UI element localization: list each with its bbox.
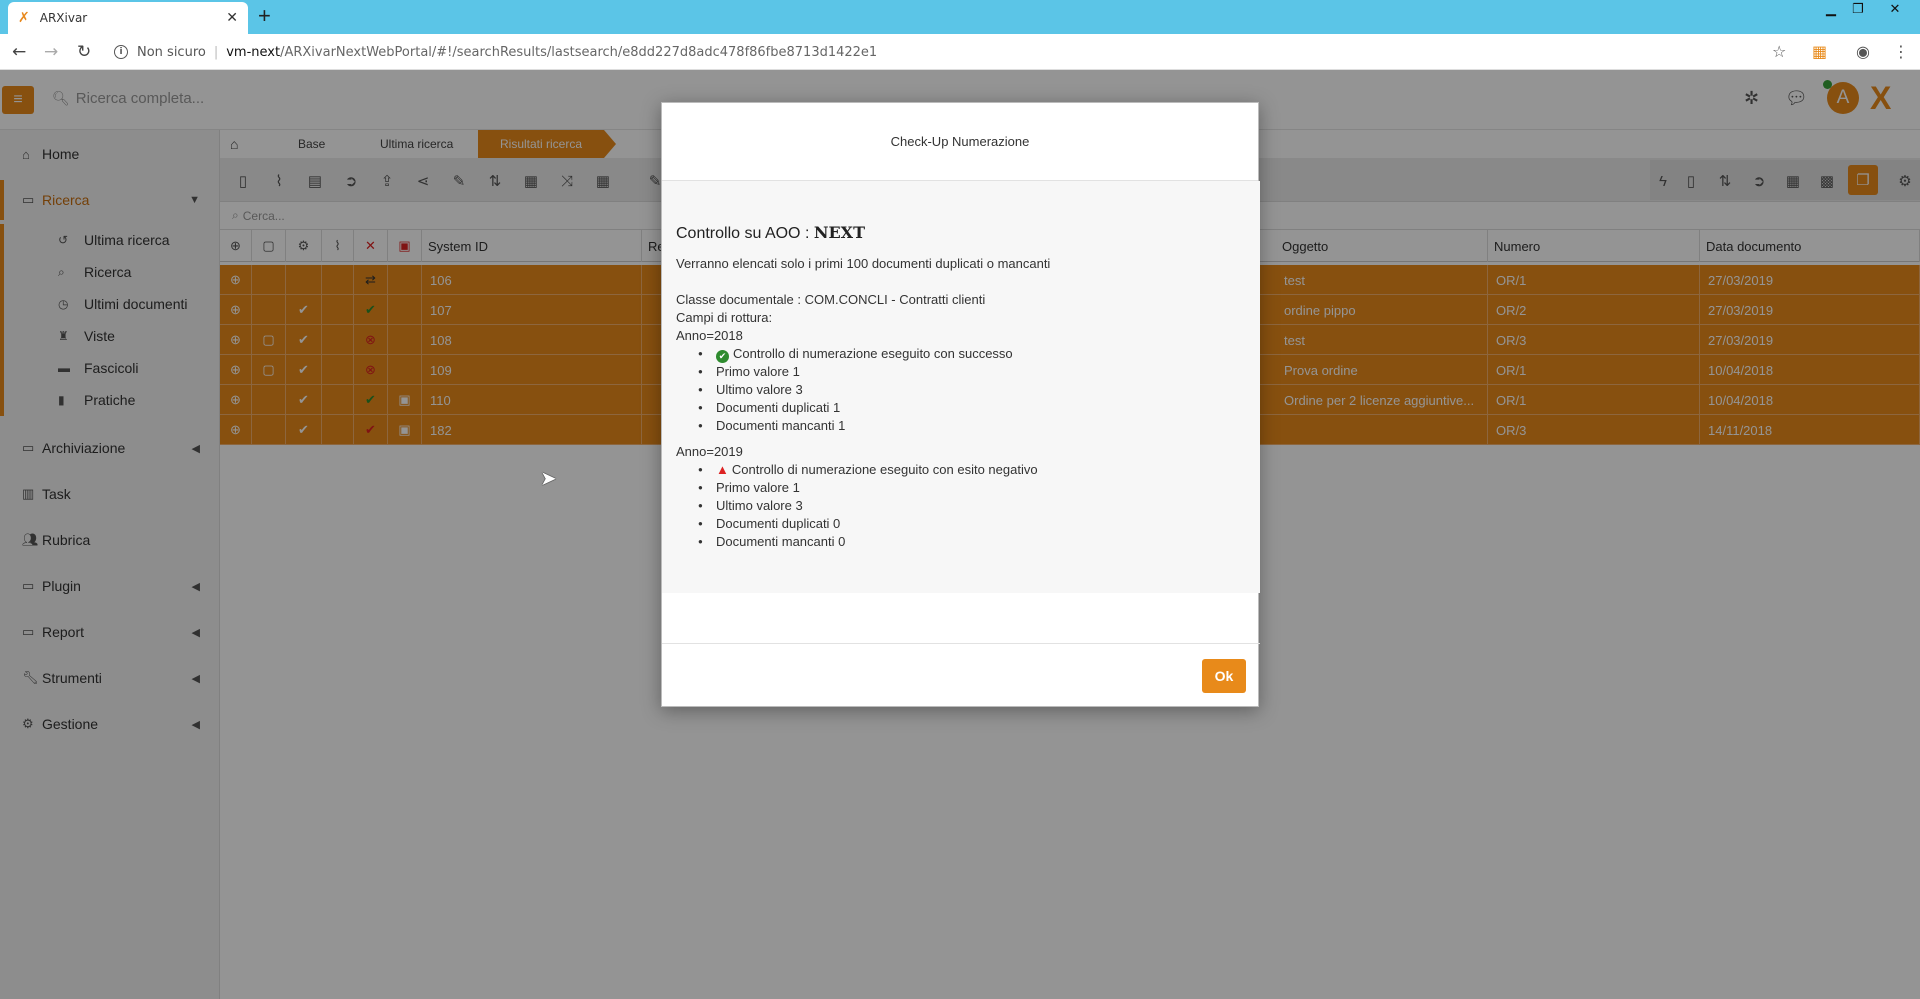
aoo-heading: Controllo su AOO : NEXT [676, 223, 1246, 243]
campi-di-rottura: Campi di rottura: [676, 310, 773, 325]
url-separator: | [213, 44, 219, 60]
dialog-subtitle: Verranno elencati solo i primi 100 docum… [676, 256, 1051, 271]
list-item: Documenti mancanti 0 [698, 533, 1246, 551]
not-secure-label: Non sicuro [137, 44, 206, 60]
checkup-numerazione-dialog: Check-Up Numerazione Controllo su AOO : … [661, 102, 1260, 708]
restore-icon[interactable]: ❐ [1845, 0, 1871, 18]
browser-menu-icon[interactable]: ⋮ [1893, 42, 1909, 61]
aoo-name: NEXT [813, 223, 865, 242]
tab-title: ARXivar [39, 11, 88, 25]
browser-tab[interactable]: ✗ ARXivar ✕ [8, 2, 248, 34]
url-field[interactable]: i Non sicuro | vm-next /ARXivarNextWebPo… [114, 40, 1789, 64]
bookmark-star-icon[interactable]: ☆ [1772, 42, 1786, 61]
list-item: Ultimo valore 3 [698, 381, 1246, 399]
warning-icon: ▲ [716, 462, 729, 477]
browser-tab-bar: ✗ ARXivar ✕ + ▁ ❐ ✕ [0, 0, 1920, 34]
profile-icon[interactable]: ◉ [1856, 42, 1870, 61]
anno-2018-list: ✔ Controllo di numerazione eseguito con s… [698, 345, 1246, 435]
list-item: Ultimo valore 3 [698, 497, 1246, 515]
aoo-heading-prefix: Controllo su AOO : [676, 225, 814, 242]
list-item: Primo valore 1 [698, 479, 1246, 497]
new-tab-button[interactable]: + [258, 5, 271, 27]
dialog-footer: Ok [662, 643, 1260, 708]
status-text: Controllo di numerazione eseguito con su… [733, 346, 1013, 361]
url-host: vm-next [226, 44, 281, 60]
list-item: Documenti mancanti 1 [698, 417, 1246, 435]
url-path: /ARXivarNextWebPortal/#!/searchResults/l… [280, 44, 878, 60]
extension-icon[interactable]: ▦ [1812, 42, 1827, 61]
list-item: ✔ Controllo di numerazione eseguito con s… [698, 345, 1246, 363]
dialog-body: Controllo su AOO : NEXT Verranno elencat… [662, 181, 1260, 593]
list-item: Primo valore 1 [698, 363, 1246, 381]
classe-documentale: Classe documentale : COM.CONCLI - Contra… [676, 292, 986, 307]
info-icon[interactable]: i [114, 45, 128, 59]
anno-2018-label: Anno=2018 [676, 328, 743, 343]
list-item: Documenti duplicati 0 [698, 515, 1246, 533]
forward-icon[interactable]: → [44, 42, 58, 62]
mouse-cursor-icon: ➤ [540, 468, 557, 490]
ok-button[interactable]: Ok [1202, 659, 1246, 693]
list-item: Documenti duplicati 1 [698, 399, 1246, 417]
list-item: ▲Controllo di numerazione eseguito con e… [698, 461, 1246, 479]
reload-icon[interactable]: ↻ [77, 42, 91, 62]
status-text: Controllo di numerazione eseguito con es… [731, 462, 1038, 477]
anno-2019-list: ▲Controllo di numerazione eseguito con e… [698, 461, 1246, 551]
tab-close-icon[interactable]: ✕ [226, 10, 238, 26]
check-circle-icon: ✔ [716, 349, 729, 363]
address-bar: ← → ↻ i Non sicuro | vm-next /ARXivarNex… [0, 34, 1920, 70]
minimize-icon[interactable]: ▁ [1818, 0, 1844, 18]
dialog-title: Check-Up Numerazione [662, 103, 1258, 181]
arxivar-favicon-icon: ✗ [18, 10, 30, 26]
close-window-icon[interactable]: ✕ [1882, 0, 1908, 18]
anno-2019-label: Anno=2019 [676, 444, 743, 459]
back-icon[interactable]: ← [12, 42, 26, 62]
